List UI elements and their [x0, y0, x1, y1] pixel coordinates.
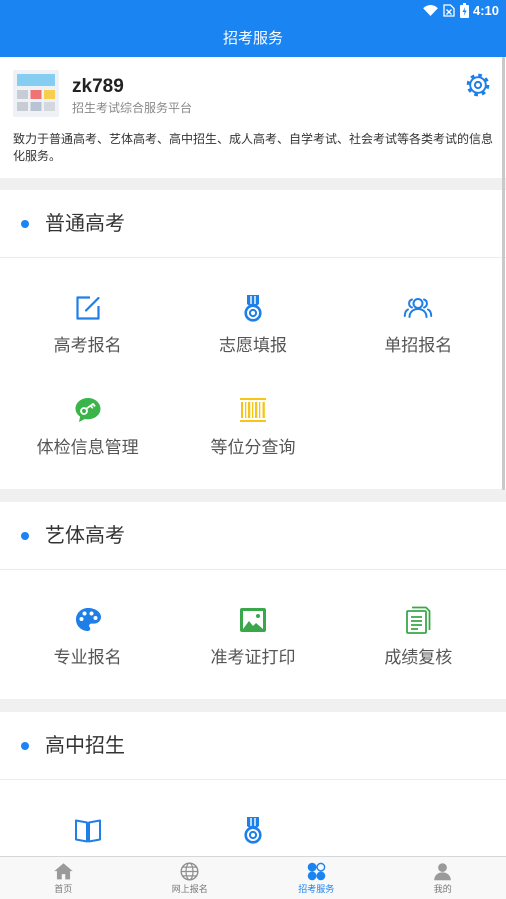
tab-home[interactable]: 首页: [0, 857, 127, 899]
avatar: [13, 70, 59, 117]
menu-item-gaokao-signup[interactable]: 高考报名: [5, 258, 170, 360]
menu-item-score-rank[interactable]: 等位分查询: [170, 360, 335, 462]
menu-item-label: 准考证打印: [210, 648, 296, 667]
palette-icon: [73, 605, 103, 635]
menu-item-label: 高考报名: [53, 336, 122, 355]
section-divider: [0, 699, 506, 712]
globe-icon: [179, 861, 200, 882]
menu-item-label: 专业报名: [53, 648, 122, 667]
tab-online-signup[interactable]: 网上报名: [127, 857, 254, 899]
scrollbar-thumb[interactable]: [502, 57, 505, 490]
profile-subtitle: 招生考试综合服务平台: [72, 101, 193, 115]
section-header-gaokao: 普通高考: [0, 190, 506, 258]
tab-services[interactable]: 招考服务: [253, 857, 380, 899]
menu-item-high-school-2[interactable]: [170, 780, 335, 856]
section-title: 艺体高考: [45, 525, 125, 547]
barcode-icon: [238, 395, 268, 425]
menu-item-health-check[interactable]: 体检信息管理: [5, 360, 170, 462]
medal-icon: [238, 293, 268, 323]
page-title: 招考服务: [222, 30, 283, 47]
tab-label: 招考服务: [298, 884, 335, 894]
tab-label: 首页: [54, 884, 73, 894]
services-icon: [306, 861, 327, 882]
section-divider: [0, 489, 506, 502]
menu-item-label: 等位分查询: [210, 438, 296, 457]
menu-item-label: 志愿填报: [218, 336, 287, 355]
menu-item-score-review[interactable]: 成绩复核: [336, 570, 501, 672]
image-icon: [238, 605, 268, 635]
section-dot: [21, 532, 29, 540]
tab-mine[interactable]: 我的: [380, 857, 506, 899]
wifi-icon: [423, 5, 438, 16]
chat-key-icon: [73, 395, 103, 425]
home-icon: [53, 861, 74, 882]
section-header-arts: 艺体高考: [0, 502, 506, 570]
people-icon: [403, 293, 433, 323]
section-dot: [21, 220, 29, 228]
bottom-tab-bar: 首页 网上报名 招考服务 我的: [0, 856, 506, 899]
profile-card: zk789 招生考试综合服务平台 致力于普通高考、艺体高考、高中招生、成人高考、…: [0, 57, 506, 178]
tab-label: 我的: [433, 884, 452, 894]
section-grid-gaokao: 高考报名 志愿填报 单招报名 体检信息管理 等位分查询: [0, 258, 506, 489]
menu-item-single-signup[interactable]: 单招报名: [336, 258, 501, 360]
section-header-high-school: 高中招生: [0, 712, 506, 780]
app-screen: 4:10 招考服务 zk789 招生考试综合服务平台 致力于普通高考、艺体高考、…: [0, 0, 506, 899]
gear-icon[interactable]: [465, 72, 491, 98]
no-sim-icon: [443, 4, 455, 17]
menu-item-label: 单招报名: [384, 336, 453, 355]
menu-item-high-school-1[interactable]: [5, 780, 170, 856]
section-title: 高中招生: [45, 735, 125, 757]
person-icon: [432, 861, 453, 882]
edit-icon: [73, 293, 103, 323]
main-content: zk789 招生考试综合服务平台 致力于普通高考、艺体高考、高中招生、成人高考、…: [0, 57, 506, 856]
profile-description: 致力于普通高考、艺体高考、高中招生、成人高考、自学考试、社会考试等各类考试的信息…: [13, 132, 494, 163]
tab-label: 网上报名: [171, 884, 208, 894]
section-title: 普通高考: [45, 213, 125, 235]
status-time: 4:10: [472, 3, 499, 18]
section-divider: [0, 178, 506, 190]
status-bar: 4:10: [0, 0, 506, 22]
profile-name: zk789: [72, 76, 124, 97]
menu-item-label: 体检信息管理: [36, 438, 139, 457]
section-grid-high-school: [0, 780, 506, 856]
app-header: 招考服务: [0, 22, 506, 57]
medal-icon: [238, 815, 268, 845]
section-dot: [21, 742, 29, 750]
section-grid-arts: 专业报名 准考证打印 成绩复核: [0, 570, 506, 699]
document-icon: [403, 605, 433, 635]
menu-item-label: 成绩复核: [384, 648, 453, 667]
menu-item-admission-ticket[interactable]: 准考证打印: [170, 570, 335, 672]
battery-charging-icon: [460, 3, 469, 18]
menu-item-volunteer-fill[interactable]: 志愿填报: [170, 258, 335, 360]
menu-item-major-signup[interactable]: 专业报名: [5, 570, 170, 672]
book-icon: [73, 815, 103, 845]
